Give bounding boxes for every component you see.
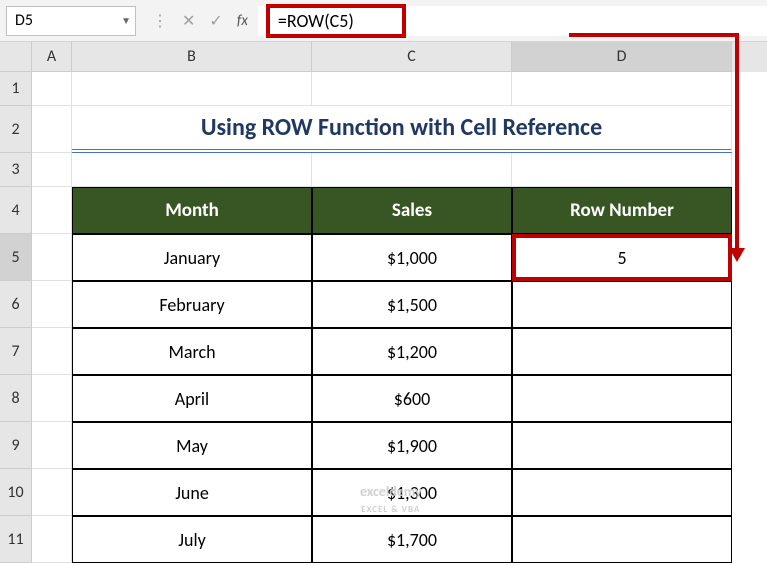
row-header[interactable]: 7 [0, 328, 32, 375]
grid-body[interactable]: Using ROW Function with Cell Reference M… [32, 72, 767, 563]
cell[interactable] [72, 153, 312, 187]
spreadsheet-grid: 1 2 3 4 5 6 7 8 9 10 11 A B C D [0, 42, 767, 563]
cell-sales[interactable]: $1,000 [312, 234, 512, 281]
cell-month[interactable]: March [72, 328, 312, 375]
row-header[interactable]: 5 [0, 234, 32, 281]
select-all-corner[interactable] [0, 42, 32, 72]
cell[interactable] [512, 72, 732, 106]
cell-month[interactable]: January [72, 234, 312, 281]
annotation-arrow [569, 33, 739, 37]
column-headers: A B C D [32, 42, 767, 72]
cell-sales[interactable]: $600 [312, 375, 512, 422]
cell[interactable] [312, 153, 512, 187]
row-header[interactable]: 9 [0, 422, 32, 469]
cancel-icon[interactable]: ✕ [182, 11, 195, 31]
table-header-rownumber[interactable]: Row Number [512, 187, 732, 234]
cell-rownumber[interactable] [512, 281, 732, 328]
cell-rownumber[interactable] [512, 328, 732, 375]
cell-month[interactable]: February [72, 281, 312, 328]
cell-month[interactable]: July [72, 516, 312, 563]
name-box-value: D5 [15, 11, 33, 30]
cell[interactable] [32, 72, 72, 106]
cell-rownumber[interactable] [512, 375, 732, 422]
cell-sales[interactable]: $1,500 [312, 281, 512, 328]
cell-month[interactable]: June [72, 469, 312, 516]
cell[interactable] [312, 72, 512, 106]
cell[interactable] [32, 187, 72, 234]
row-header[interactable]: 11 [0, 516, 32, 563]
cell[interactable] [512, 153, 732, 187]
cell[interactable] [32, 106, 72, 153]
enter-icon[interactable]: ✓ [209, 11, 222, 31]
row-header[interactable]: 3 [0, 153, 32, 187]
cell[interactable] [32, 422, 72, 469]
col-header[interactable]: B [72, 42, 312, 72]
col-header[interactable]: A [32, 42, 72, 72]
formula-icons: ⋮ ✕ ✓ fx [142, 11, 258, 31]
col-header[interactable]: D [512, 42, 732, 72]
fx-icon[interactable]: fx [237, 12, 248, 30]
active-cell[interactable]: 5 [512, 234, 732, 281]
cell-sales[interactable]: $1,900 [312, 422, 512, 469]
annotation-arrow [729, 248, 745, 262]
table-header-sales[interactable]: Sales [312, 187, 512, 234]
row-header[interactable]: 6 [0, 281, 32, 328]
name-box[interactable]: D5 ▼ [6, 6, 136, 36]
dots-icon: ⋮ [152, 11, 168, 31]
formula-text: =ROW(C5) [266, 4, 406, 38]
row-header[interactable]: 2 [0, 106, 32, 153]
cell[interactable] [32, 375, 72, 422]
cell-rownumber[interactable] [512, 516, 732, 563]
row-header[interactable]: 4 [0, 187, 32, 234]
row-headers-column: 1 2 3 4 5 6 7 8 9 10 11 [0, 42, 32, 563]
name-box-dropdown-icon[interactable]: ▼ [121, 14, 131, 27]
cell[interactable] [72, 72, 312, 106]
page-title-cell[interactable]: Using ROW Function with Cell Reference [72, 106, 732, 153]
grid-main: A B C D Using ROW Function with Cell Ref… [32, 42, 767, 563]
formula-input[interactable]: =ROW(C5) [258, 6, 767, 36]
cell-sales[interactable]: $1,300 [312, 469, 512, 516]
cell-sales[interactable]: $1,200 [312, 328, 512, 375]
row-header[interactable]: 10 [0, 469, 32, 516]
col-header[interactable]: C [312, 42, 512, 72]
cell[interactable] [32, 469, 72, 516]
cell[interactable] [32, 516, 72, 563]
cell-sales[interactable]: $1,700 [312, 516, 512, 563]
annotation-arrow [735, 35, 739, 250]
cell-month[interactable]: May [72, 422, 312, 469]
row-header[interactable]: 8 [0, 375, 32, 422]
cell-rownumber[interactable] [512, 469, 732, 516]
cell-month[interactable]: April [72, 375, 312, 422]
cell-rownumber[interactable] [512, 422, 732, 469]
cell[interactable] [32, 234, 72, 281]
table-header-month[interactable]: Month [72, 187, 312, 234]
row-header[interactable]: 1 [0, 72, 32, 106]
cell[interactable] [32, 328, 72, 375]
cell[interactable] [32, 281, 72, 328]
cell[interactable] [32, 153, 72, 187]
